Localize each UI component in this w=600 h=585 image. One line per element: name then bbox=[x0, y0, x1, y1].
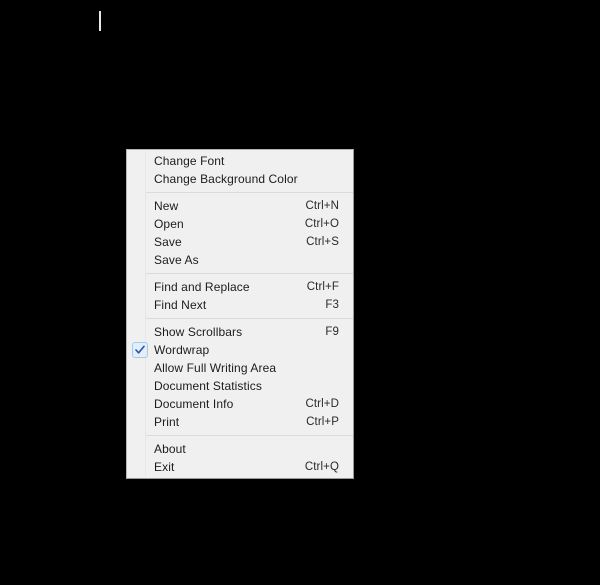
menu-section: New Ctrl+N Open Ctrl+O Save Ctrl+S Save As bbox=[127, 197, 353, 269]
menu-item-gutter bbox=[127, 251, 154, 269]
menu-section: Find and Replace Ctrl+F Find Next F3 bbox=[127, 278, 353, 314]
menu-item-shortcut: Ctrl+D bbox=[305, 398, 339, 410]
menu-item-label: Wordwrap bbox=[154, 343, 210, 357]
menu-item-shortcut: F9 bbox=[325, 326, 339, 338]
menu-item-gutter bbox=[127, 152, 154, 170]
menu-item-gutter bbox=[127, 296, 154, 314]
menu-item-find-and-replace[interactable]: Find and Replace Ctrl+F bbox=[127, 278, 353, 296]
menu-item-shortcut: Ctrl+P bbox=[306, 416, 339, 428]
menu-item-label: Change Font bbox=[154, 154, 225, 168]
menu-item-label: Save bbox=[154, 235, 182, 249]
text-caret bbox=[99, 11, 101, 31]
menu-item-document-info[interactable]: Document Info Ctrl+D bbox=[127, 395, 353, 413]
menu-item-change-background-color[interactable]: Change Background Color bbox=[127, 170, 353, 188]
menu-item-shortcut: Ctrl+O bbox=[304, 218, 339, 230]
menu-item-label: Document Statistics bbox=[154, 379, 262, 393]
menu-item-save-as[interactable]: Save As bbox=[127, 251, 353, 269]
menu-item-gutter bbox=[127, 215, 154, 233]
menu-separator bbox=[146, 192, 353, 193]
menu-item-shortcut: Ctrl+S bbox=[306, 236, 339, 248]
menu-item-open[interactable]: Open Ctrl+O bbox=[127, 215, 353, 233]
menu-item-find-next[interactable]: Find Next F3 bbox=[127, 296, 353, 314]
menu-item-label: Allow Full Writing Area bbox=[154, 361, 277, 375]
menu-item-label: New bbox=[154, 199, 179, 213]
menu-item-label: Show Scrollbars bbox=[154, 325, 243, 339]
menu-item-label: About bbox=[154, 442, 186, 456]
menu-item-label: Print bbox=[154, 415, 180, 429]
menu-item-label: Exit bbox=[154, 460, 175, 474]
menu-item-gutter bbox=[127, 458, 154, 476]
menu-item-label: Find Next bbox=[154, 298, 207, 312]
menu-section: Show Scrollbars F9 Wordwrap Allow Full Writ… bbox=[127, 323, 353, 431]
menu-section: About Exit Ctrl+Q bbox=[127, 440, 353, 476]
menu-item-gutter bbox=[127, 233, 154, 251]
menu-separator bbox=[146, 318, 353, 319]
menu-item-show-scrollbars[interactable]: Show Scrollbars F9 bbox=[127, 323, 353, 341]
menu-item-shortcut: Ctrl+F bbox=[306, 281, 339, 293]
menu-item-gutter bbox=[127, 197, 154, 215]
menu-section: Change Font Change Background Color bbox=[127, 152, 353, 188]
menu-item-print[interactable]: Print Ctrl+P bbox=[127, 413, 353, 431]
menu-item-about[interactable]: About bbox=[127, 440, 353, 458]
menu-item-label: Change Background Color bbox=[154, 172, 298, 186]
menu-item-shortcut: Ctrl+Q bbox=[304, 461, 339, 473]
menu-item-gutter bbox=[127, 170, 154, 188]
menu-item-shortcut: F3 bbox=[325, 299, 339, 311]
menu-item-shortcut: Ctrl+N bbox=[305, 200, 339, 212]
menu-item-gutter bbox=[127, 341, 154, 359]
checkmark-icon bbox=[132, 342, 148, 358]
menu-item-label: Document Info bbox=[154, 397, 234, 411]
menu-item-gutter bbox=[127, 278, 154, 296]
menu-item-wordwrap[interactable]: Wordwrap bbox=[127, 341, 353, 359]
menu-item-gutter bbox=[127, 359, 154, 377]
menu-item-label: Open bbox=[154, 217, 184, 231]
menu-item-gutter bbox=[127, 395, 154, 413]
menu-item-save[interactable]: Save Ctrl+S bbox=[127, 233, 353, 251]
menu-item-label: Find and Replace bbox=[154, 280, 250, 294]
menu-item-allow-full-writing-area[interactable]: Allow Full Writing Area bbox=[127, 359, 353, 377]
menu-separator bbox=[146, 435, 353, 436]
menu-item-gutter bbox=[127, 413, 154, 431]
menu-item-change-font[interactable]: Change Font bbox=[127, 152, 353, 170]
menu-item-exit[interactable]: Exit Ctrl+Q bbox=[127, 458, 353, 476]
menu-item-gutter bbox=[127, 440, 154, 458]
menu-item-gutter bbox=[127, 377, 154, 395]
menu-item-new[interactable]: New Ctrl+N bbox=[127, 197, 353, 215]
menu-item-gutter bbox=[127, 323, 154, 341]
menu-separator bbox=[146, 273, 353, 274]
menu-item-label: Save As bbox=[154, 253, 199, 267]
context-menu[interactable]: Change Font Change Background Color New Ctr… bbox=[126, 149, 354, 479]
menu-item-document-statistics[interactable]: Document Statistics bbox=[127, 377, 353, 395]
